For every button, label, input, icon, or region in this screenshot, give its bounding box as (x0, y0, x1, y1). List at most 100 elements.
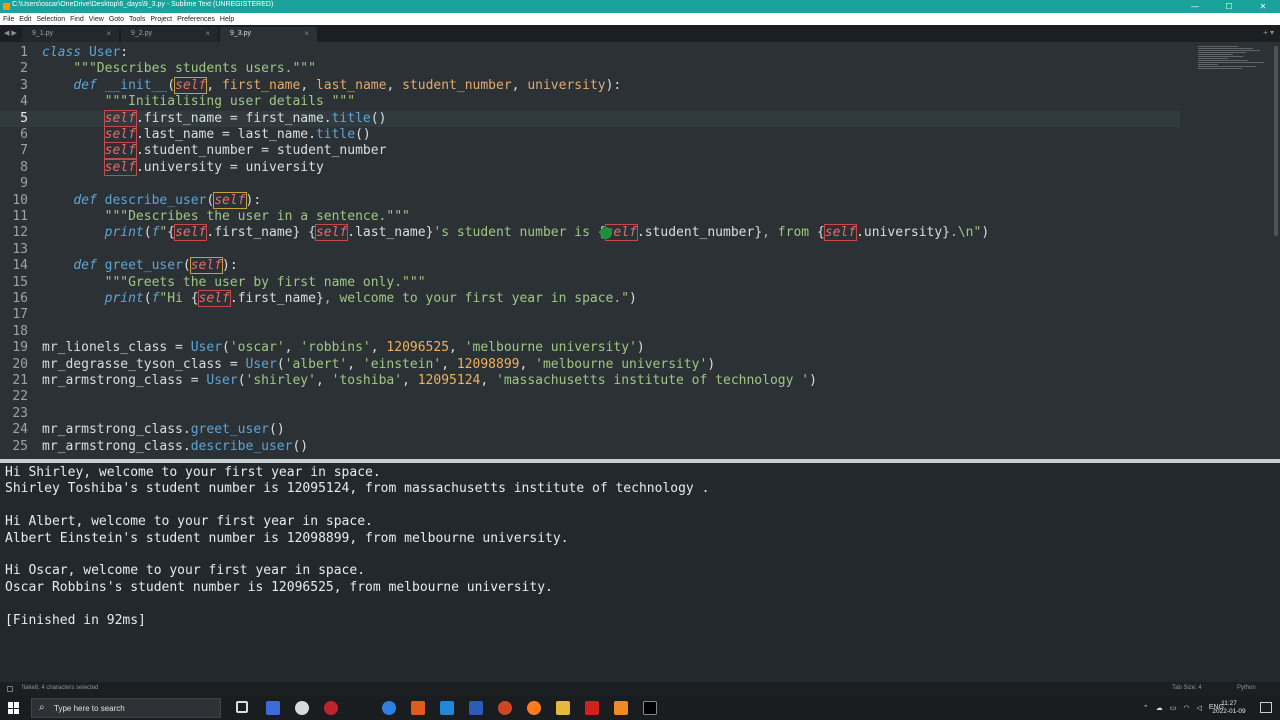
code-text[interactable]: mr_armstrong_class.greet_user() (42, 422, 285, 438)
maximize-button[interactable]: ☐ (1212, 0, 1246, 13)
terminal-icon[interactable] (643, 701, 657, 715)
code-line[interactable]: 14 def greet_user(self): (0, 257, 1180, 275)
menu-tools[interactable]: Tools (129, 16, 145, 23)
code-line[interactable]: 5 self.first_name = first_name.title() (0, 109, 1180, 127)
line-number[interactable]: 18 (0, 324, 28, 340)
code-line[interactable]: 9 (0, 176, 1180, 192)
line-number[interactable]: 21 (0, 373, 28, 389)
line-number[interactable]: 24 (0, 422, 28, 438)
cloud-icon[interactable]: ☁ (1156, 704, 1163, 712)
windows-start-icon[interactable] (8, 702, 20, 714)
firefox-icon[interactable] (527, 701, 541, 715)
acrobat-icon[interactable] (585, 701, 599, 715)
volume-icon[interactable]: ◁ (1196, 704, 1201, 712)
minimize-button[interactable]: — (1178, 0, 1212, 13)
line-number[interactable]: 12 (0, 225, 28, 241)
menu-goto[interactable]: Goto (109, 16, 124, 23)
tab-9-2[interactable]: 9_2.py × (121, 27, 218, 42)
code-editor[interactable]: 1 class User: 2 """Describes students user… (0, 42, 1280, 459)
code-text[interactable]: """Describes the user in a sentence.""" (42, 209, 410, 225)
sublime-taskbar-icon[interactable] (614, 701, 628, 715)
menu-help[interactable]: Help (220, 16, 234, 23)
line-number[interactable]: 15 (0, 275, 28, 291)
line-number[interactable]: 20 (0, 357, 28, 373)
code-text[interactable]: mr_degrasse_tyson_class = User('albert',… (42, 357, 715, 373)
taskbar-clock[interactable]: 11:27 2022-01-09 (1209, 700, 1249, 716)
taskbar-search[interactable]: ⌕ Type here to search (31, 698, 221, 718)
tab-close-icon[interactable]: × (304, 29, 309, 38)
line-number[interactable]: 9 (0, 176, 28, 192)
code-text[interactable]: def describe_user(self): (42, 191, 261, 209)
line-number[interactable]: 2 (0, 61, 28, 77)
app-icon-5[interactable] (440, 701, 454, 715)
file-explorer-icon[interactable] (556, 701, 570, 715)
code-text[interactable]: def greet_user(self): (42, 257, 238, 275)
word-icon[interactable] (469, 701, 483, 715)
menu-project[interactable]: Project (150, 16, 172, 23)
code-line[interactable]: 11 """Describes the user in a sentence."… (0, 209, 1180, 225)
code-line[interactable]: 13 (0, 242, 1180, 258)
line-number[interactable]: 11 (0, 209, 28, 225)
code-line[interactable]: 10 def describe_user(self): (0, 191, 1180, 209)
menu-find[interactable]: Find (70, 16, 84, 23)
line-number[interactable]: 4 (0, 94, 28, 110)
code-line[interactable]: 16 print(f"Hi {self.first_name}, welcome… (0, 290, 1180, 307)
code-text[interactable]: self.first_name = first_name.title() (42, 109, 386, 127)
code-text[interactable]: mr_armstrong_class = User('shirley', 'to… (42, 373, 817, 389)
code-line[interactable]: 20 mr_degrasse_tyson_class = User('albert… (0, 357, 1180, 373)
app-icon-3[interactable] (324, 701, 338, 715)
line-number[interactable]: 8 (0, 160, 28, 176)
tab-actions[interactable]: + ▾ (1263, 28, 1274, 37)
tab-9-3[interactable]: 9_3.py × (220, 27, 317, 42)
line-number[interactable]: 5 (0, 111, 28, 127)
tab-close-icon[interactable]: × (106, 29, 111, 38)
office-icon[interactable] (411, 701, 425, 715)
line-number[interactable]: 16 (0, 291, 28, 307)
line-number[interactable]: 7 (0, 143, 28, 159)
menu-selection[interactable]: Selection (36, 16, 65, 23)
code-line[interactable]: 6 self.last_name = last_name.title() (0, 126, 1180, 143)
powerpoint-icon[interactable] (498, 701, 512, 715)
code-text[interactable]: print(f"Hi {self.first_name}, welcome to… (42, 290, 637, 307)
tab-close-icon[interactable]: × (205, 29, 210, 38)
menu-view[interactable]: View (89, 16, 104, 23)
line-number[interactable]: 6 (0, 127, 28, 143)
code-line[interactable]: 24 mr_armstrong_class.greet_user() (0, 422, 1180, 438)
code-line[interactable]: 15 """Greets the user by first name only… (0, 275, 1180, 291)
code-line[interactable]: 19 mr_lionels_class = User('oscar', 'robb… (0, 340, 1180, 356)
app-icon-2[interactable] (295, 701, 309, 715)
code-line[interactable]: 4 """Initialising user details """ (0, 94, 1180, 110)
code-text[interactable]: self.university = university (42, 158, 324, 176)
code-line[interactable]: 3 def __init__(self, first_name, last_na… (0, 76, 1180, 94)
task-view-icon[interactable] (236, 701, 248, 713)
code-line[interactable]: 12 print(f"{self.first_name} {self.last_… (0, 224, 1180, 242)
code-text[interactable]: """Initialising user details """ (42, 94, 355, 110)
line-number[interactable]: 25 (0, 439, 28, 455)
tab-nav-arrows[interactable]: ◀ ▶ (4, 29, 17, 37)
line-number[interactable]: 10 (0, 193, 28, 209)
minimap[interactable] (1198, 46, 1268, 86)
line-number[interactable]: 17 (0, 307, 28, 323)
code-text[interactable]: self.last_name = last_name.title() (42, 126, 371, 143)
code-text[interactable]: mr_armstrong_class.describe_user() (42, 439, 308, 455)
line-number[interactable]: 1 (0, 45, 28, 61)
line-number[interactable]: 13 (0, 242, 28, 258)
panel-toggle-icon[interactable] (7, 686, 13, 692)
notifications-icon[interactable] (1260, 702, 1272, 713)
app-icon-4[interactable] (382, 701, 396, 715)
network-icon[interactable]: ▭ (1170, 704, 1177, 712)
code-line[interactable]: 7 self.student_number = student_number (0, 142, 1180, 160)
code-text[interactable]: def __init__(self, first_name, last_name… (42, 76, 621, 94)
line-number[interactable]: 22 (0, 389, 28, 405)
code-line[interactable]: 1 class User: (0, 45, 1180, 61)
app-icon-1[interactable] (266, 701, 280, 715)
line-number[interactable]: 3 (0, 78, 28, 94)
tray-chevron-icon[interactable]: ⌃ (1143, 704, 1149, 712)
code-line[interactable]: 22 (0, 389, 1180, 405)
editor-scrollbar[interactable] (1274, 46, 1278, 236)
code-text[interactable]: mr_lionels_class = User('oscar', 'robbin… (42, 340, 645, 356)
wifi-icon[interactable]: ◠ (1183, 704, 1189, 712)
tab-size-indicator[interactable]: Tab Size: 4 (1172, 685, 1202, 691)
code-text[interactable]: class User: (42, 45, 128, 61)
syntax-indicator[interactable]: Python (1237, 685, 1256, 691)
